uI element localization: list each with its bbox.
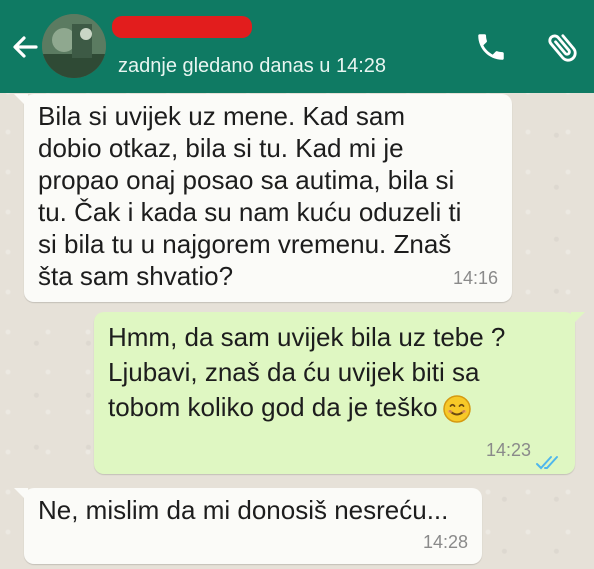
message-timestamp: 14:28	[422, 532, 468, 552]
bubble-tail	[571, 312, 585, 326]
message-timestamp: 14:23	[485, 440, 531, 460]
paperclip-icon[interactable]	[544, 28, 582, 66]
last-seen-status: zadnje gledano danas u 14:28	[118, 55, 387, 77]
message-bubble-incoming[interactable]: Bila si uvijek uz mene. Kad sam dobio ot…	[14, 94, 512, 302]
phone-icon[interactable]	[474, 30, 508, 64]
double-check-icon	[535, 447, 563, 470]
message-text: Ne, mislim da mi donosiš nesreću...	[38, 495, 449, 525]
message-text: Bila si uvijek uz mene. Kad sam dobio ot…	[38, 101, 462, 291]
bubble-tail	[14, 488, 28, 502]
smiling-face-icon	[442, 394, 472, 424]
message-bubble-outgoing[interactable]: Hmm, da sam uvijek bila uz tebe ? Ljubav…	[94, 312, 585, 474]
bubble-tail	[14, 94, 28, 108]
avatar[interactable]	[42, 14, 106, 78]
chat-header: zadnje gledano danas u 14:28	[0, 0, 594, 93]
contact-name-redaction[interactable]	[112, 16, 252, 38]
back-arrow-icon[interactable]	[8, 30, 42, 64]
message-bubble-incoming[interactable]: Ne, mislim da mi donosiš nesreću... 14:2…	[14, 488, 482, 564]
message-timestamp: 14:16	[452, 268, 498, 288]
message-content: Hmm, da sam uvijek bila uz tebe ? Ljubav…	[108, 320, 568, 425]
